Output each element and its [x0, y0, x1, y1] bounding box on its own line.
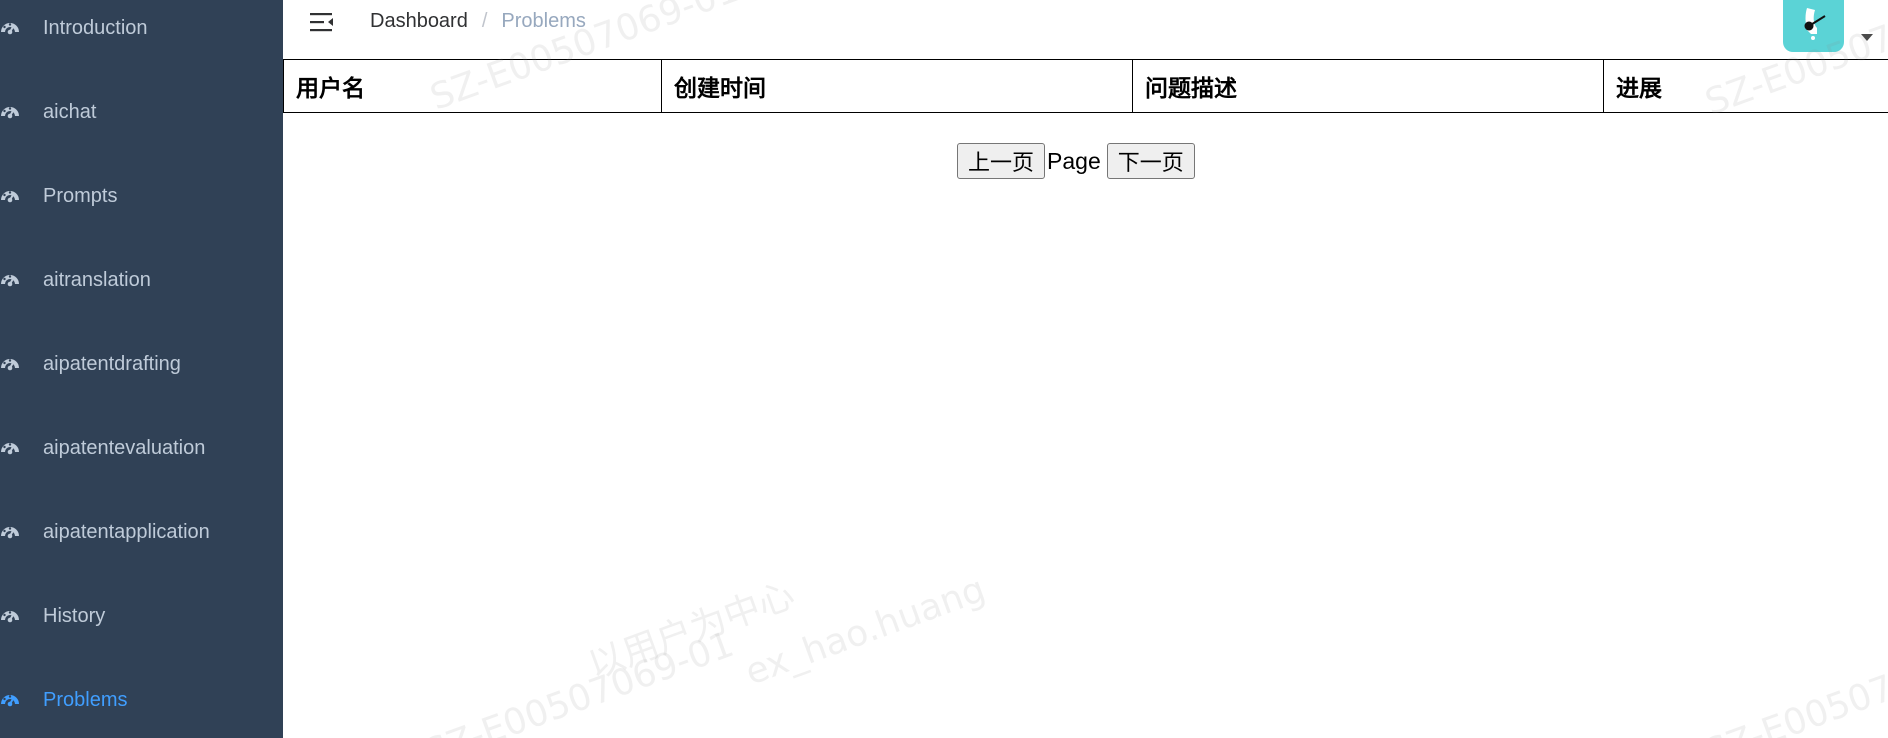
dashboard-icon [1, 443, 19, 455]
watermark-text: SZ-E00507069-01 [1700, 623, 1888, 738]
watermark-text: 以用户为中心 [583, 574, 801, 687]
column-header-description: 问题描述 [1132, 59, 1604, 113]
app-root: Introduction aichat Prompts aitranslatio… [0, 0, 1888, 738]
sidebar-item-label: aitranslation [43, 268, 151, 291]
table-header-row: 用户名 创建时间 问题描述 进展 [283, 59, 1888, 113]
sidebar-item-label: aichat [43, 100, 97, 123]
sidebar-item-label: Problems [43, 688, 128, 711]
problems-table: 用户名 创建时间 问题描述 进展 [283, 59, 1888, 113]
dashboard-icon [1, 191, 19, 203]
sidebar-item-aichat[interactable]: aichat [0, 70, 283, 154]
navbar: Dashboard / Problems [283, 0, 1888, 52]
prev-page-button[interactable]: 上一页 [957, 143, 1046, 179]
sidebar-item-label: aipatentdrafting [43, 352, 181, 375]
sidebar-item-problems[interactable]: Problems [0, 658, 283, 738]
dashboard-icon [1, 359, 19, 371]
watermark-text: SZ-E00507069-01 [420, 623, 740, 738]
avatar[interactable] [1783, 0, 1844, 52]
sidebar-item-aipatentevaluation[interactable]: aipatentevaluation [0, 406, 283, 490]
sidebar-item-label: aipatentevaluation [43, 436, 206, 459]
sidebar-item-aitranslation[interactable]: aitranslation [0, 238, 283, 322]
column-header-username: 用户名 [283, 59, 662, 113]
sidebar-item-history[interactable]: History [0, 574, 283, 658]
dashboard-icon [1, 611, 19, 623]
pagination: 上一页 Page 下一页 [957, 143, 1195, 179]
sidebar-item-label: Introduction [43, 16, 148, 39]
page-label: Page [1047, 147, 1101, 174]
dashboard-icon [1, 23, 19, 35]
dashboard-icon [1, 107, 19, 119]
dashboard-icon [1, 527, 19, 539]
sidebar-item-aipatentdrafting[interactable]: aipatentdrafting [0, 322, 283, 406]
breadcrumb-item-current: Problems [501, 10, 586, 32]
sidebar-item-label: Prompts [43, 184, 118, 207]
hamburger-icon[interactable] [309, 10, 335, 34]
sidebar-item-label: History [43, 604, 106, 627]
watermark-text: ex_hao.huang [740, 568, 991, 694]
sidebar-item-prompts[interactable]: Prompts [0, 154, 283, 238]
column-header-created-time: 创建时间 [661, 59, 1133, 113]
column-header-progress: 进展 [1603, 59, 1888, 113]
sidebar-item-aipatentapplication[interactable]: aipatentapplication [0, 490, 283, 574]
breadcrumb-item-dashboard[interactable]: Dashboard [370, 10, 468, 33]
sidebar-item-introduction[interactable]: Introduction [0, 0, 283, 70]
sidebar-item-label: aipatentapplication [43, 520, 210, 543]
dashboard-icon [1, 275, 19, 287]
caret-down-icon[interactable] [1861, 34, 1873, 41]
next-page-button[interactable]: 下一页 [1106, 143, 1195, 179]
sidebar: Introduction aichat Prompts aitranslatio… [0, 0, 283, 738]
avatar-icon [1804, 8, 1826, 40]
dashboard-icon [1, 695, 19, 707]
breadcrumb-separator: / [481, 10, 488, 32]
breadcrumb: Dashboard / Problems [370, 10, 586, 33]
